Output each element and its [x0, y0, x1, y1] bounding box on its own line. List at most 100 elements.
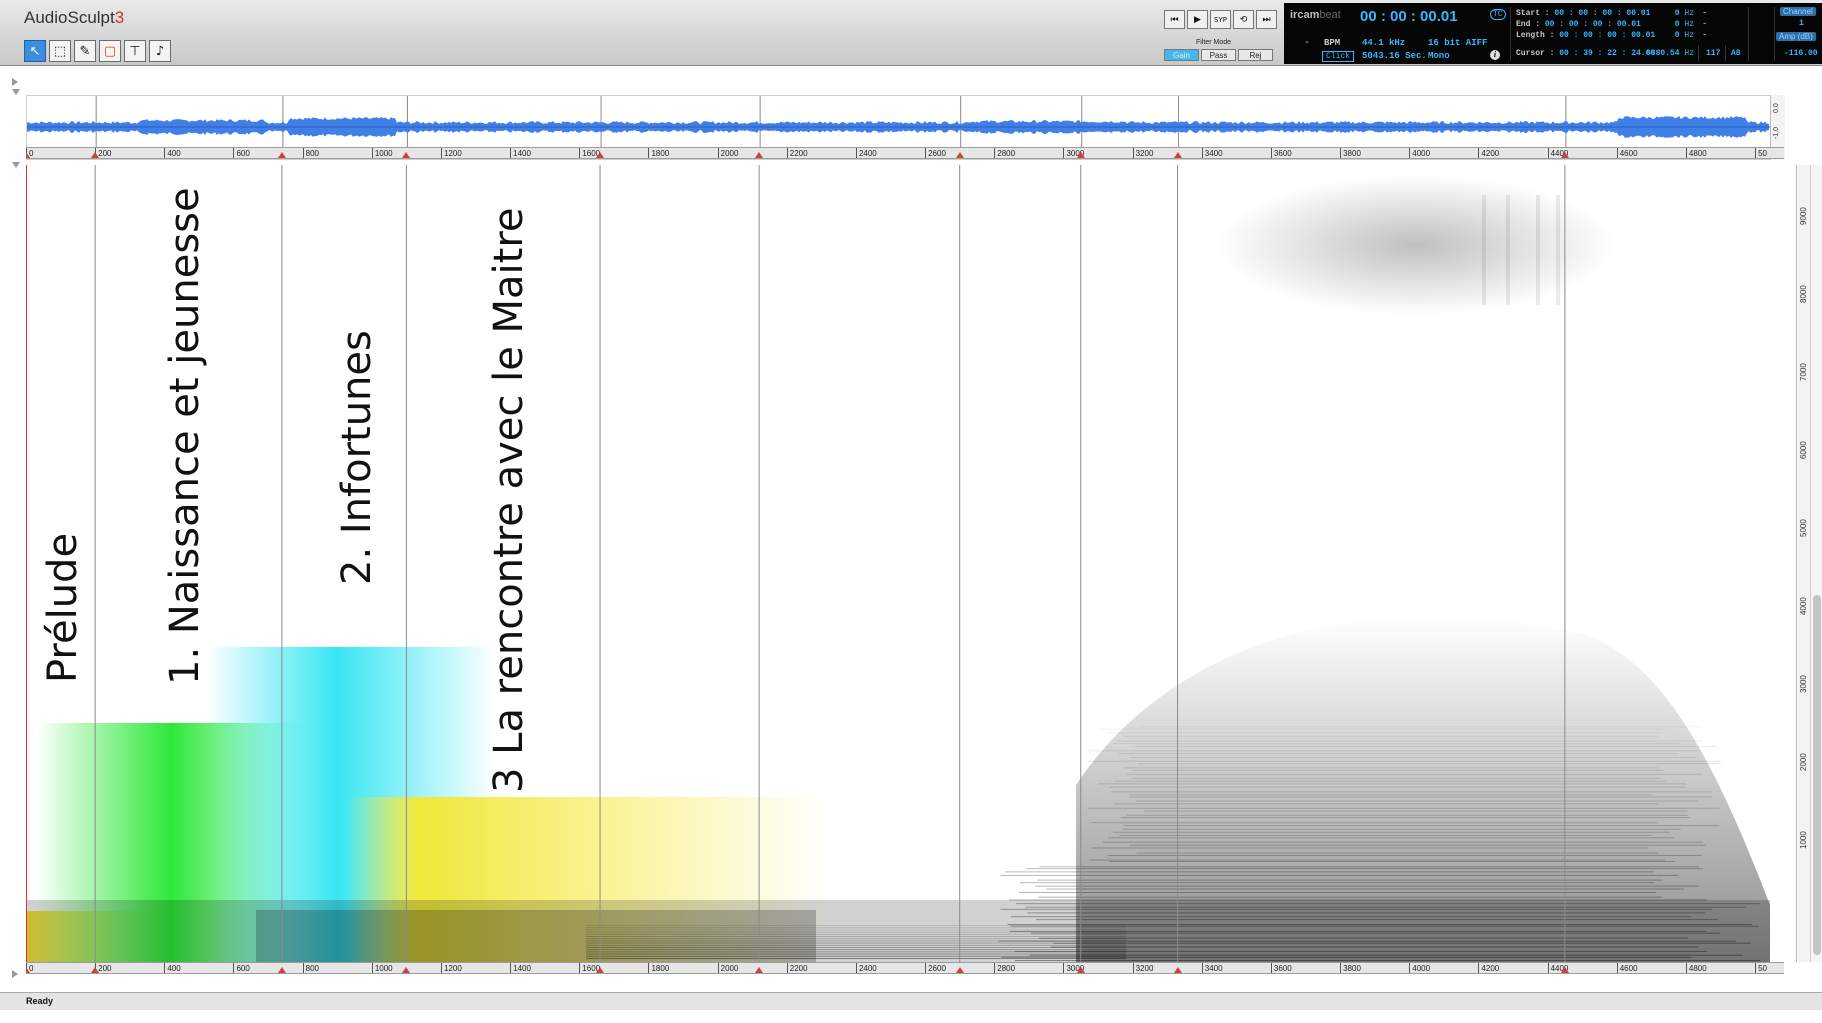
spectral-band	[1121, 817, 1690, 819]
pencil-tool-icon[interactable]: ✎	[74, 40, 96, 62]
spectral-band	[1135, 800, 1699, 802]
spectral-band	[1034, 885, 1699, 887]
section-marker-icon[interactable]	[596, 967, 605, 973]
play-icon[interactable]: ▶	[1187, 10, 1208, 29]
selection-tool-icon[interactable]: ⬚	[49, 40, 71, 62]
section-marker-icon[interactable]	[755, 967, 764, 973]
spectral-band	[1039, 866, 1700, 868]
spectral-band	[1026, 868, 1704, 870]
section-label-infortunes: 2. Infortunes	[334, 330, 380, 585]
spectral-band	[586, 947, 1126, 948]
end-frequency: 0 Hz	[1674, 20, 1694, 29]
ruler-tick: 3600	[1270, 148, 1292, 158]
ruler-tick: 600	[233, 963, 250, 973]
spectral-band	[1126, 814, 1689, 816]
ruler-tick: 4200	[1478, 148, 1499, 158]
spectral-band	[586, 958, 1126, 959]
section-marker-icon[interactable]	[596, 152, 605, 158]
spectral-band	[1000, 874, 1679, 876]
section-marker-icon[interactable]	[1173, 152, 1182, 158]
section-marker-icon[interactable]	[955, 152, 964, 158]
expand-arrow-icon[interactable]	[12, 78, 18, 86]
section-marker-icon[interactable]	[1076, 967, 1085, 973]
section-marker-icon[interactable]	[26, 152, 30, 158]
ruler-tick: 800	[302, 148, 319, 158]
section-marker-icon[interactable]	[402, 967, 411, 973]
cursor-time-readout: Cursor : 00 : 39 : 22 : 24.06	[1516, 49, 1656, 58]
ruler-tick: 3200	[1132, 963, 1153, 973]
spectral-band	[1099, 728, 1666, 730]
spectral-band	[1123, 825, 1720, 827]
spectral-band	[586, 936, 1126, 937]
time-ruler-bottom[interactable]: 0 200 400 600 800 1000 1200 1400 1600 1800 2000 220…	[26, 962, 1784, 974]
spectral-band	[1018, 891, 1657, 893]
section-marker-icon[interactable]	[402, 152, 411, 158]
bit-format: 16 bit AIFF	[1428, 38, 1488, 48]
ruler-tick: 2600	[925, 963, 946, 973]
ruler-tick: 2800	[994, 963, 1015, 973]
section-marker-icon[interactable]	[955, 967, 964, 973]
info-icon[interactable]: i	[1490, 50, 1500, 60]
ruler-tick: 2400	[855, 148, 877, 158]
section-marker-icon[interactable]	[1076, 152, 1085, 158]
ruler-tick: 2400	[855, 963, 877, 973]
spectral-band	[1506, 195, 1510, 305]
filter-gain-button[interactable]: Gain	[1164, 49, 1199, 61]
section-label-rencontre: 3 La rencontre avec le Maitre	[486, 207, 532, 793]
spectral-band	[586, 949, 1126, 951]
loop-icon[interactable]: ⟲	[1233, 10, 1254, 29]
spectral-band	[1088, 750, 1701, 752]
click-button[interactable]: Click	[1322, 51, 1355, 62]
section-label-prelude: Prélude	[40, 532, 86, 683]
spectral-band	[1134, 745, 1717, 747]
section-marker-icon[interactable]	[1560, 967, 1569, 973]
section-marker-icon[interactable]	[755, 152, 764, 158]
pointer-tool-icon[interactable]: ↖	[24, 40, 46, 62]
spectral-band	[1014, 960, 1761, 962]
filter-pass-button[interactable]: Pass	[1201, 49, 1236, 61]
timecode-toggle[interactable]: TC	[1490, 9, 1506, 20]
note-tool-icon[interactable]: ♪	[149, 40, 171, 62]
app-name: AudioSculpt	[24, 8, 115, 27]
sample-rate: 44.1 kHz	[1362, 38, 1406, 48]
bpm-decrement[interactable]: -	[1304, 38, 1310, 49]
section-marker-icon[interactable]	[1173, 967, 1182, 973]
ruler-tick: 1200	[440, 148, 462, 158]
section-marker-icon[interactable]	[26, 967, 30, 973]
ruler-tick: 4600	[1616, 963, 1638, 973]
section-marker-icon[interactable]	[277, 152, 286, 158]
spectral-band	[586, 955, 1126, 957]
ruler-tick: 4600	[1616, 148, 1638, 158]
surface-tool-icon[interactable]: ▢	[99, 40, 121, 62]
forward-icon[interactable]: ⏭	[1256, 10, 1277, 29]
section-marker-icon[interactable]	[1560, 152, 1569, 158]
filter-tool-icon[interactable]: ⊤	[124, 40, 146, 62]
spectral-band	[1124, 767, 1658, 769]
section-marker-icon[interactable]	[91, 152, 100, 158]
spectral-band	[1118, 753, 1679, 755]
status-bar: Ready	[0, 992, 1822, 1010]
expand-arrow-icon[interactable]	[12, 970, 18, 978]
spectral-band	[1016, 903, 1760, 905]
filter-reject-button[interactable]: Rej	[1238, 49, 1273, 61]
vertical-scrollbar[interactable]	[1810, 165, 1822, 962]
spectral-band	[1119, 834, 1652, 836]
time-ruler-top[interactable]: 0 200 400 600 800 1000 1200 1400 1600 1800 2000 220…	[26, 147, 1784, 159]
section-marker-icon[interactable]	[91, 967, 100, 973]
panel-divider	[1698, 45, 1699, 61]
ruler-tick: 1400	[510, 963, 531, 973]
collapse-arrow-icon[interactable]	[12, 89, 20, 95]
vertical-scrollbar-thumb[interactable]	[1813, 595, 1821, 955]
spectral-band	[1007, 924, 1752, 926]
spectral-band	[1140, 726, 1703, 728]
ruler-tick: 2000	[717, 963, 738, 973]
spectrogram-view[interactable]: Prélude 1. Naissance et jeunesse 2. Info…	[26, 165, 1780, 962]
section-marker-icon[interactable]	[277, 967, 286, 973]
ruler-tick: 400	[164, 148, 181, 158]
collapse-arrow-icon[interactable]	[12, 162, 20, 168]
frequency-scale: 9000 8000 7000 6000 5000 4000 3000 2000 1000	[1796, 165, 1810, 962]
ruler-tick: 800	[302, 963, 319, 973]
syp-button[interactable]: SYP	[1210, 10, 1231, 29]
rewind-icon[interactable]: ⏮	[1164, 10, 1185, 29]
spectral-band	[1144, 810, 1688, 812]
